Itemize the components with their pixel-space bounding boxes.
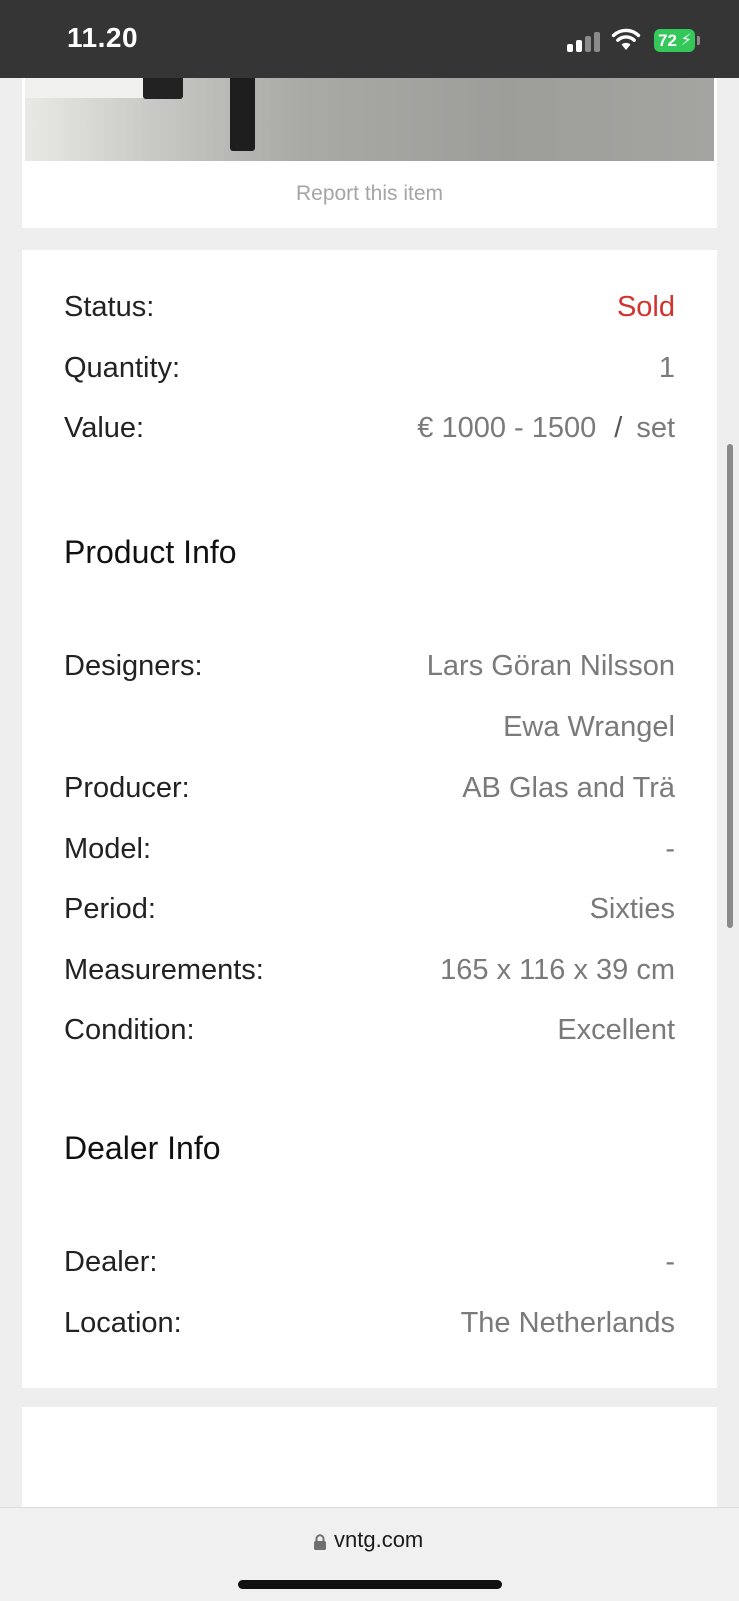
condition-row: Condition: Excellent bbox=[64, 1005, 675, 1055]
url-text[interactable]: vntg.com bbox=[334, 1527, 423, 1553]
producer-row: Producer: AB Glas and Trä bbox=[64, 763, 675, 813]
photo-cabinet-leg bbox=[143, 78, 183, 99]
designers-label: Designers: bbox=[64, 650, 203, 682]
quantity-value: 1 bbox=[658, 352, 675, 384]
wifi-icon bbox=[611, 28, 641, 50]
measurements-label: Measurements: bbox=[64, 954, 264, 986]
product-info-title: Product Info bbox=[64, 534, 237, 570]
status-bar: 11.20 72 ⚡ bbox=[0, 0, 739, 78]
location-row: Location: The Netherlands bbox=[64, 1298, 675, 1348]
status-label: Status: bbox=[64, 291, 155, 323]
price-range: € 1000 - 1500 bbox=[417, 412, 597, 444]
period-label: Period: bbox=[64, 893, 156, 925]
status-time: 11.20 bbox=[67, 22, 139, 53]
designers-row-continued: Ewa Wrangel bbox=[64, 702, 675, 752]
value-row: Value: € 1000 - 1500 / set bbox=[64, 403, 675, 453]
details-card: Status: Sold Quantity: 1 Value: € 1000 -… bbox=[22, 250, 717, 1388]
home-indicator[interactable] bbox=[238, 1580, 502, 1589]
period-value[interactable]: Sixties bbox=[590, 884, 675, 934]
condition-value: Excellent bbox=[557, 1014, 675, 1046]
price-separator: / bbox=[614, 412, 623, 444]
status-value: Sold bbox=[616, 291, 675, 323]
producer-label: Producer: bbox=[64, 772, 190, 804]
location-label: Location: bbox=[64, 1307, 182, 1339]
dealer-info-title: Dealer Info bbox=[64, 1130, 221, 1166]
cellular-signal-icon bbox=[567, 30, 603, 52]
product-image-card: Report this item bbox=[22, 78, 717, 228]
dealer-value: - bbox=[665, 1246, 675, 1278]
quantity-label: Quantity: bbox=[64, 352, 181, 384]
designers-row: Designers: Lars Göran Nilsson bbox=[64, 641, 675, 691]
measurements-row: Measurements: 165 x 116 x 39 cm bbox=[64, 945, 675, 995]
lock-icon bbox=[314, 1534, 326, 1550]
next-card bbox=[22, 1407, 717, 1517]
location-value: The Netherlands bbox=[460, 1307, 675, 1339]
model-value: - bbox=[665, 833, 675, 865]
battery-level: 72 bbox=[658, 31, 677, 50]
value-label: Value: bbox=[64, 412, 145, 444]
condition-label: Condition: bbox=[64, 1014, 195, 1046]
model-label: Model: bbox=[64, 833, 152, 865]
period-row: Period: Sixties bbox=[64, 884, 675, 934]
browser-url-bar[interactable]: vntg.com bbox=[0, 1507, 739, 1601]
model-row: Model: - bbox=[64, 824, 675, 874]
battery-icon: 72 ⚡ bbox=[654, 29, 695, 52]
status-row: Status: Sold bbox=[64, 282, 675, 332]
product-photo[interactable] bbox=[25, 78, 714, 161]
value-value: € 1000 - 1500 / set bbox=[417, 403, 675, 453]
battery-tip bbox=[697, 36, 700, 45]
dealer-label: Dealer: bbox=[64, 1246, 158, 1278]
photo-cabinet-leg bbox=[230, 78, 255, 151]
charging-bolt-icon: ⚡ bbox=[680, 32, 692, 49]
dealer-row: Dealer: - bbox=[64, 1237, 675, 1287]
price-unit: set bbox=[636, 412, 675, 444]
measurements-value: 165 x 116 x 39 cm bbox=[440, 954, 675, 986]
designer-name[interactable]: Lars Göran Nilsson bbox=[427, 641, 675, 691]
quantity-row: Quantity: 1 bbox=[64, 343, 675, 393]
page-scrollbar[interactable] bbox=[727, 444, 733, 928]
producer-value[interactable]: AB Glas and Trä bbox=[462, 763, 675, 813]
designer-name[interactable]: Ewa Wrangel bbox=[503, 702, 675, 752]
report-item-link[interactable]: Report this item bbox=[22, 182, 717, 206]
